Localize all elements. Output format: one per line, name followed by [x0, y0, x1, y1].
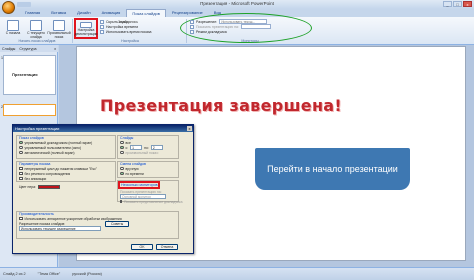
advance-slides-fieldset: Смена слайдов вручную по времени [117, 161, 179, 178]
checkbox-icon [120, 199, 122, 204]
checkbox-icon [19, 166, 23, 171]
ok-button[interactable]: OK [131, 244, 153, 250]
slides-fieldset: Слайды все с: 1 по: 2 произвольный показ: [117, 135, 179, 159]
radio-icon [120, 166, 124, 171]
thumbnail-title: Презентация [12, 72, 38, 77]
checkbox-icon [19, 216, 23, 221]
tab-animation[interactable]: Анимация [97, 9, 126, 17]
from-current-button[interactable]: С текущего слайда [25, 18, 47, 40]
radio-icon [120, 145, 124, 150]
tab-slides[interactable]: Слайды [2, 47, 15, 51]
option-kiosk[interactable]: автоматический (полный экран) [17, 150, 115, 155]
to-slide-input[interactable]: 2 [150, 145, 163, 150]
timer-icon [100, 24, 104, 29]
maximize-button[interactable]: □ [453, 1, 462, 7]
from-slide-input[interactable]: 1 [130, 145, 143, 150]
performance-fieldset: Производительность Использовать аппаратн… [16, 211, 179, 239]
monitor-icon [190, 24, 194, 29]
tab-outline[interactable]: Структура [19, 47, 36, 51]
option-custom-show[interactable]: произвольный показ: [118, 150, 178, 155]
no-animation-checkbox[interactable]: без анимации [17, 176, 115, 181]
window-controls: _ □ x [443, 1, 472, 7]
cancel-button[interactable]: Отмена [156, 244, 178, 250]
start-show-group: С начала С текущего слайда Произвольный … [2, 18, 71, 40]
custom-show-icon [53, 20, 65, 31]
checkbox-icon [19, 176, 23, 181]
slide-counter: Слайд 2 из 2 [3, 272, 26, 276]
show-type-fieldset: Показ слайдов управляемый докладчиком (п… [16, 135, 116, 159]
setup-show-dialog: Настройка презентации x Показ слайдов уп… [12, 124, 194, 254]
start-group-label: Начать показ слайдов [18, 39, 56, 43]
theme-name: "Тема Office" [37, 272, 61, 276]
show-options-fieldset: Параметры показа непрерывный цикл до наж… [16, 161, 116, 182]
tab-design[interactable]: Дизайн [72, 9, 95, 17]
show-on-combo[interactable] [240, 24, 271, 29]
hide-slide-icon [100, 19, 104, 24]
window-title: Презентация - Microsoft PowerPoint [200, 1, 274, 6]
presenter-view-checkbox[interactable]: Показать представление докладчика [118, 199, 182, 204]
status-bar: Слайд 2 из 2 "Тема Office" русский (Росс… [0, 267, 474, 280]
slides-panel-tabs: Слайды Структура x [0, 45, 58, 52]
radio-icon [19, 140, 23, 145]
dialog-title-bar: Настройка презентации [13, 125, 193, 132]
radio-icon [19, 150, 23, 155]
setup-show-button[interactable]: Настройка демонстрации [74, 18, 98, 39]
setup-group-label: Настройка [121, 39, 139, 43]
pen-color-row: Цвет пера: [19, 184, 60, 189]
slide-thumbnail-2[interactable] [3, 104, 56, 116]
dialog-close-button[interactable]: x [187, 126, 192, 131]
panel-close-icon[interactable]: x [54, 47, 56, 51]
ribbon-tabs: Главная Вставка Дизайн Анимация Показ сл… [20, 9, 226, 17]
tab-insert[interactable]: Вставка [46, 9, 71, 17]
radio-icon [120, 150, 124, 155]
custom-show-button[interactable]: Произвольный показ [47, 18, 71, 40]
slideshow-current-icon [30, 20, 42, 31]
presenter-view-checkbox[interactable]: Режим докладчика [190, 29, 308, 34]
language-indicator[interactable]: русский (Россия) [72, 272, 102, 276]
checkbox-icon [19, 171, 23, 176]
radio-icon [120, 171, 124, 176]
from-beginning-button[interactable]: С начала [2, 18, 24, 40]
checkbox-icon [100, 29, 104, 34]
monitors-group-label: Мониторы [241, 39, 259, 43]
pen-color-picker[interactable] [37, 184, 60, 189]
close-button[interactable]: x [463, 1, 472, 7]
radio-icon [120, 140, 124, 145]
ribbon-separator [72, 19, 73, 43]
radio-icon [19, 145, 23, 150]
option-timed-advance[interactable]: по времени [118, 171, 178, 176]
minimize-button[interactable]: _ [443, 1, 452, 7]
tab-slide-show[interactable]: Показ слайдов [126, 9, 166, 17]
show-resolution-select[interactable]: Использовать текущее разрешение [19, 226, 101, 231]
multiple-monitors-fieldset: Несколько мониторов Показать презентацию… [117, 180, 182, 204]
go-to-start-shape[interactable]: Перейти в начало презентации [255, 148, 410, 190]
checkbox-icon [190, 29, 194, 34]
record-narration-button[interactable]: Звукозапись [118, 19, 138, 24]
slide-title: Презентация завершена! [100, 96, 342, 115]
tab-home[interactable]: Главная [20, 9, 45, 17]
use-timings-checkbox[interactable]: Использовать время показа [100, 29, 151, 34]
slideshow-start-icon [7, 20, 19, 31]
monitors-group: Разрешение: Использовать текущ... Показат… [190, 19, 308, 34]
tips-button[interactable]: Советы [105, 220, 130, 227]
slide-thumbnail-1[interactable]: Презентация [3, 55, 56, 95]
resolution-icon [190, 19, 194, 24]
